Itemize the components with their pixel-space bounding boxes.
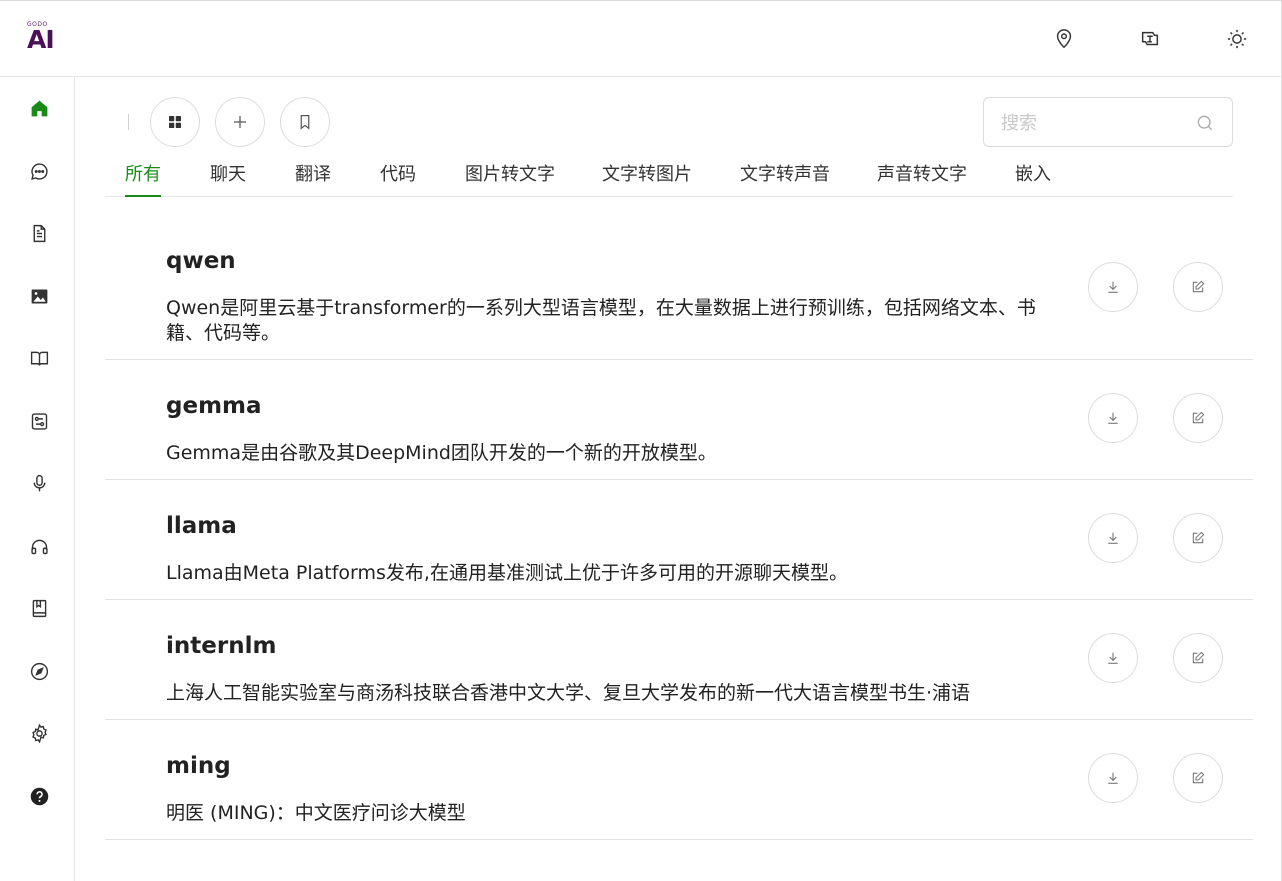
compass-icon[interactable]	[25, 657, 53, 685]
grid-icon	[169, 116, 181, 128]
edit-button[interactable]	[1173, 262, 1223, 312]
edit-icon	[1192, 411, 1205, 424]
add-button[interactable]	[215, 97, 265, 147]
tab-image-to-text[interactable]: 图片转文字	[465, 160, 555, 197]
download-button[interactable]	[1088, 753, 1138, 803]
edit-icon	[1192, 531, 1205, 544]
category-tabs: 所有 聊天 翻译 代码 图片转文字 文字转图片 文字转声音 声音转文字 嵌入	[105, 153, 1233, 197]
tab-code[interactable]: 代码	[380, 160, 416, 197]
model-item-ming: ming 明医 (MING)：中文医疗问诊大模型	[105, 720, 1253, 840]
model-description: 上海人工智能实验室与商汤科技联合香港中文大学、复旦大学发布的新一代大语言模型书生…	[166, 682, 971, 704]
model-item-qwen: qwen Qwen是阿里云基于transformer的一系列大型语言模型，在大量…	[105, 220, 1253, 360]
sun-icon[interactable]	[1225, 27, 1249, 51]
model-item-internlm: internlm 上海人工智能实验室与商汤科技联合香港中文大学、复旦大学发布的新…	[105, 600, 1253, 720]
search-box	[983, 97, 1233, 147]
edit-button[interactable]	[1173, 633, 1223, 683]
image-icon[interactable]	[25, 282, 53, 310]
bookmark-button[interactable]	[280, 97, 330, 147]
download-button[interactable]	[1088, 262, 1138, 312]
download-button[interactable]	[1088, 393, 1138, 443]
edit-icon	[1192, 280, 1205, 293]
bookmark-book-icon[interactable]	[25, 594, 53, 622]
bookmark-icon	[300, 115, 310, 130]
model-description: Qwen是阿里云基于transformer的一系列大型语言模型，在大量数据上进行…	[166, 297, 1036, 344]
edit-button[interactable]	[1173, 753, 1223, 803]
download-icon	[1108, 412, 1118, 424]
edit-button[interactable]	[1173, 513, 1223, 563]
edit-icon	[1192, 771, 1205, 784]
help-icon[interactable]	[25, 782, 53, 810]
tab-text-to-image[interactable]: 文字转图片	[602, 160, 692, 197]
model-name[interactable]: qwen	[166, 248, 236, 274]
edit-icon	[1192, 651, 1205, 664]
settings-panel-icon[interactable]	[25, 407, 53, 435]
chat-icon[interactable]	[25, 157, 53, 185]
toolbar-divider	[128, 114, 129, 130]
home-icon[interactable]	[25, 94, 53, 122]
download-button[interactable]	[1088, 633, 1138, 683]
model-item-llama: llama Llama由Meta Platforms发布,在通用基准测试上优于许…	[105, 480, 1253, 600]
tab-chat[interactable]: 聊天	[210, 160, 246, 197]
tab-all[interactable]: 所有	[125, 160, 161, 197]
model-item-gemma: gemma Gemma是由谷歌及其DeepMind团队开发的一个新的开放模型。	[105, 360, 1253, 480]
edit-button[interactable]	[1173, 393, 1223, 443]
model-name[interactable]: internlm	[166, 633, 276, 659]
model-name[interactable]: llama	[166, 513, 237, 539]
tab-translate[interactable]: 翻译	[295, 160, 331, 197]
app-logo[interactable]: GODO AI	[26, 21, 66, 57]
download-icon	[1108, 652, 1118, 664]
grid-view-button[interactable]	[150, 97, 200, 147]
tab-text-to-speech[interactable]: 文字转声音	[740, 160, 830, 197]
top-header: GODO AI	[0, 1, 1281, 77]
model-name[interactable]: gemma	[166, 393, 262, 419]
model-description: 明医 (MING)：中文医疗问诊大模型	[166, 802, 466, 824]
plus-icon	[234, 116, 246, 128]
book-icon[interactable]	[25, 344, 53, 372]
sidebar	[0, 77, 75, 881]
tab-speech-to-text[interactable]: 声音转文字	[877, 160, 967, 197]
logo-big-text: AI	[27, 25, 55, 54]
download-icon	[1108, 532, 1118, 544]
download-button[interactable]	[1088, 513, 1138, 563]
download-icon	[1108, 772, 1118, 784]
translate-icon[interactable]	[1138, 27, 1162, 51]
gear-icon[interactable]	[25, 719, 53, 747]
search-input[interactable]	[1001, 110, 1191, 136]
headphones-icon[interactable]	[25, 532, 53, 560]
microphone-icon[interactable]	[25, 469, 53, 497]
tab-embedding[interactable]: 嵌入	[1015, 160, 1051, 197]
model-description: Gemma是由谷歌及其DeepMind团队开发的一个新的开放模型。	[166, 442, 717, 464]
model-description: Llama由Meta Platforms发布,在通用基准测试上优于许多可用的开源…	[166, 562, 848, 584]
location-icon[interactable]	[1052, 27, 1076, 51]
model-name[interactable]: ming	[166, 753, 231, 779]
download-icon	[1108, 281, 1118, 293]
document-icon[interactable]	[25, 219, 53, 247]
search-icon[interactable]	[1195, 113, 1215, 133]
